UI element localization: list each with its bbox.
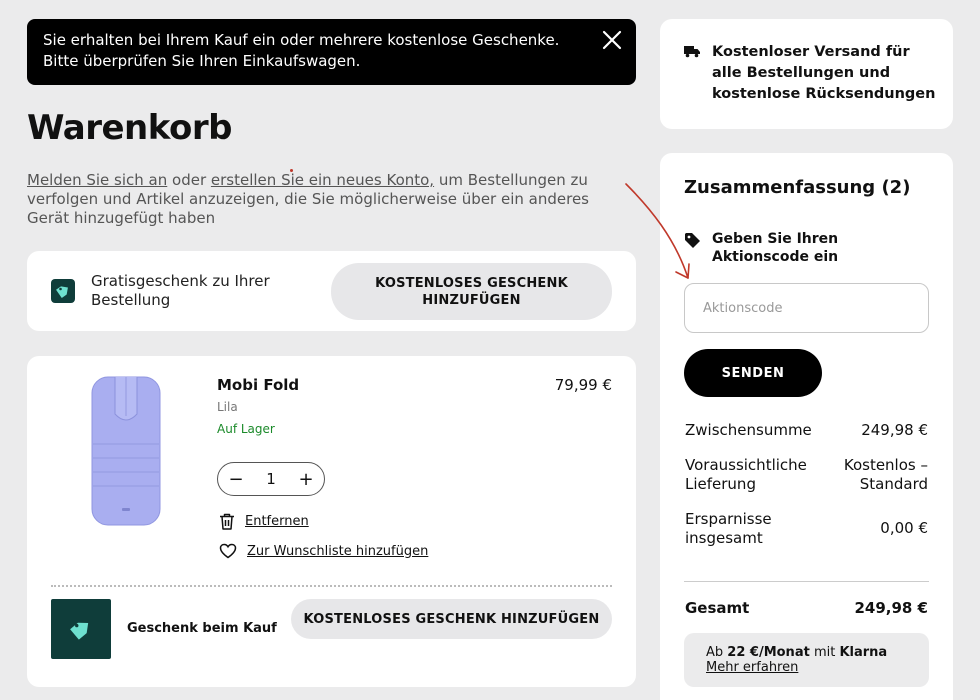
klarna-prefix: Ab xyxy=(706,645,728,660)
login-link[interactable]: Melden Sie sich an xyxy=(27,171,167,189)
wishlist-label: Zur Wunschliste hinzufügen xyxy=(247,543,429,559)
add-purchase-gift-button[interactable]: KOSTENLOSES GESCHENK HINZUFÜGEN xyxy=(291,599,612,639)
klarna-financing-box: Ab 22 €/Monat mit Klarna Mehr erfahren xyxy=(684,633,929,687)
product-image[interactable] xyxy=(91,376,161,526)
klarna-brand: Klarna xyxy=(839,645,888,660)
subtotal-label: Zwischensumme xyxy=(685,421,812,439)
summary-divider xyxy=(684,581,929,582)
summary-title: Zusammenfassung (2) xyxy=(684,177,911,198)
quantity-value[interactable]: 1 xyxy=(266,470,276,488)
subtotal-value: 249,98 € xyxy=(861,421,928,439)
shipping-text: Kostenloser Versand für alle Bestellunge… xyxy=(712,44,936,102)
total-label: Gesamt xyxy=(685,599,750,617)
gift-tile xyxy=(51,599,111,659)
item-divider xyxy=(51,585,612,587)
send-promo-button[interactable]: SENDEN xyxy=(684,349,822,397)
signin-prompt: Melden Sie sich an oder erstellen Sie ei… xyxy=(27,171,632,228)
register-link[interactable]: erstellen Sie ein neues Konto, xyxy=(211,171,434,189)
savings-value: 0,00 € xyxy=(880,519,928,537)
gift-notification-toast: Sie erhalten bei Ihrem Kauf ein oder meh… xyxy=(27,19,636,85)
savings-label: Ersparnisse insgesamt xyxy=(685,510,772,547)
product-price: 79,99 € xyxy=(554,376,612,394)
close-icon[interactable] xyxy=(602,30,622,50)
savings-row: Ersparnisse insgesamt 0,00 € xyxy=(685,510,928,548)
product-variant: Lila xyxy=(217,400,238,414)
quantity-stepper: − 1 + xyxy=(217,462,325,496)
klarna-mid: mit xyxy=(809,645,840,660)
total-value: 249,98 € xyxy=(854,599,928,617)
trash-icon xyxy=(220,513,234,530)
klarna-amount: 22 €/Monat xyxy=(727,645,810,660)
truck-icon xyxy=(684,46,700,58)
order-summary: Zusammenfassung (2) Geben Sie Ihren Akti… xyxy=(660,153,953,700)
gift-bar-text: Gratisgeschenk zu Ihrer Bestellung xyxy=(91,272,270,309)
add-free-gift-button[interactable]: KOSTENLOSES GESCHENK HINZUFÜGEN xyxy=(331,263,612,320)
stock-status: Auf Lager xyxy=(217,422,275,436)
free-gift-bar: Gratisgeschenk zu Ihrer Bestellung KOSTE… xyxy=(27,251,636,331)
product-name[interactable]: Mobi Fold xyxy=(217,376,299,394)
klarna-learn-more-link[interactable]: Mehr erfahren xyxy=(706,660,798,675)
total-row: Gesamt 249,98 € xyxy=(685,599,928,618)
remove-item-link[interactable]: Entfernen xyxy=(219,513,309,530)
toast-message: Sie erhalten bei Ihrem Kauf ein oder meh… xyxy=(43,31,560,70)
shipping-info-card: Kostenloser Versand für alle Bestellunge… xyxy=(660,19,953,129)
promo-code-label: Geben Sie Ihren Aktionscode ein xyxy=(712,231,839,265)
gift-tag-icon xyxy=(51,279,75,303)
wishlist-link[interactable]: Zur Wunschliste hinzufügen xyxy=(219,543,428,559)
delivery-row: Voraussichtliche Lieferung Kostenlos – S… xyxy=(685,456,928,494)
signin-or: oder xyxy=(167,171,211,189)
subtotal-row: Zwischensumme 249,98 € xyxy=(685,421,928,440)
increment-button[interactable]: + xyxy=(298,469,314,490)
promo-code-input[interactable] xyxy=(684,283,929,333)
heart-icon xyxy=(219,543,237,559)
gift-tag-icon xyxy=(70,622,89,640)
tag-icon xyxy=(685,233,700,248)
page-title: Warenkorb xyxy=(27,108,232,148)
annotation-dot xyxy=(290,169,293,172)
cart-item-card: Mobi Fold Lila Auf Lager 79,99 € − 1 + E… xyxy=(27,356,636,687)
delivery-value: Kostenlos – Standard xyxy=(843,456,928,493)
delivery-label: Voraussichtliche Lieferung xyxy=(685,456,807,493)
remove-label: Entfernen xyxy=(245,514,309,529)
purchase-gift-text: Geschenk beim Kauf xyxy=(127,621,277,636)
decrement-button[interactable]: − xyxy=(228,469,244,490)
